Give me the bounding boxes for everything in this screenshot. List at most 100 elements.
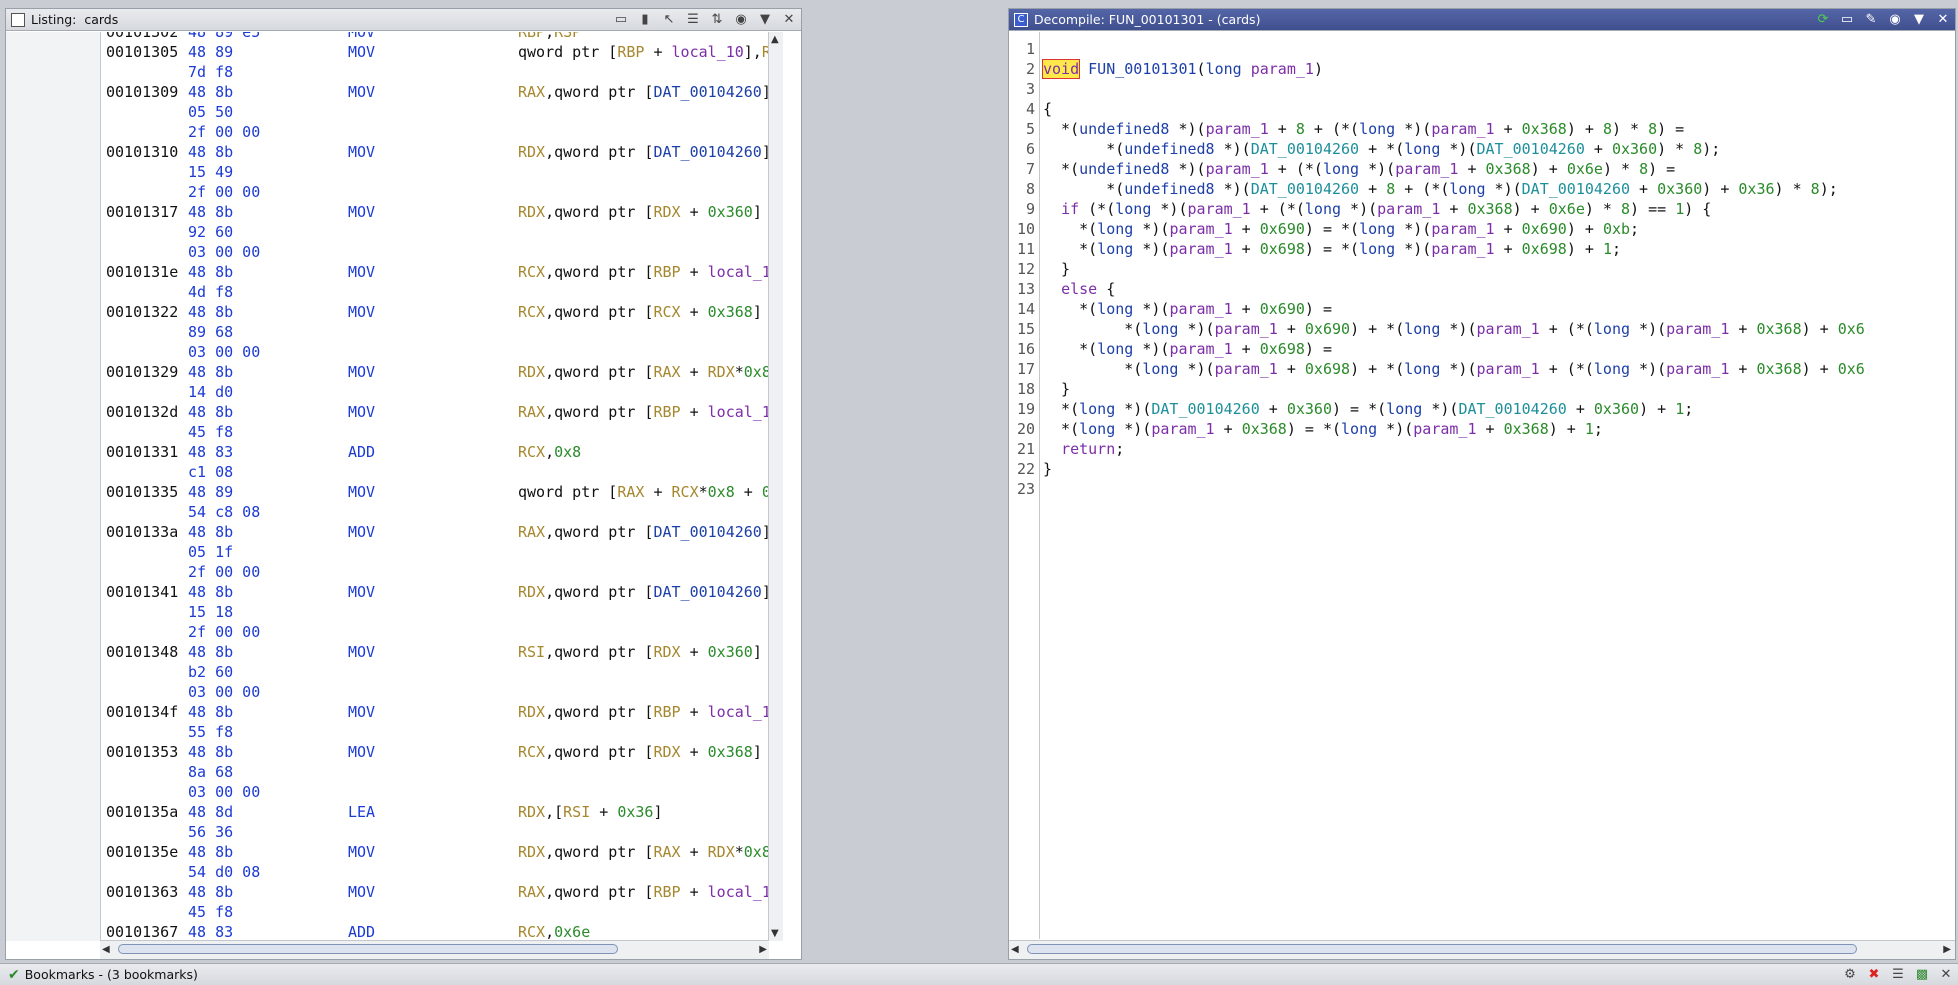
mnemonic[interactable]: LEA xyxy=(348,802,518,822)
listing-code-view[interactable]: 00101302 48 89 e5 MOV RBP,RSP 00101305 48 89 M… xyxy=(106,32,769,939)
listing-row[interactable]: c1 08 xyxy=(106,462,766,482)
listing-row[interactable]: 00101317 48 8b MOV RDX,qword ptr [RDX + 0x3… xyxy=(106,202,766,222)
filter-icon[interactable]: ⚙ xyxy=(1840,966,1860,984)
address[interactable]: 0010135a xyxy=(106,802,188,822)
mnemonic[interactable]: MOV xyxy=(348,882,518,902)
operands[interactable]: RCX,qword ptr [RBP + local_10] xyxy=(518,263,769,281)
address[interactable]: 00101310 xyxy=(106,142,188,162)
listing-row[interactable]: 03 00 00 xyxy=(106,782,766,802)
code-line[interactable]: *(long *)(DAT_00104260 + 0x360) = *(long… xyxy=(1043,399,1693,419)
code-line[interactable]: *(long *)(param_1 + 0x698) = *(long *)(p… xyxy=(1043,239,1621,259)
listing-row[interactable]: 4d f8 xyxy=(106,282,766,302)
mnemonic[interactable]: MOV xyxy=(348,32,518,42)
mnemonic[interactable]: MOV xyxy=(348,482,518,502)
operands[interactable]: RDX,qword ptr [DAT_00104260] xyxy=(518,583,769,601)
address[interactable]: 00101363 xyxy=(106,882,188,902)
code-line[interactable]: { xyxy=(1043,99,1052,119)
address[interactable]: 00101329 xyxy=(106,362,188,382)
listing-horizontal-scrollbar[interactable]: ◀ ▶ xyxy=(100,940,769,959)
listing-row[interactable]: 00101302 48 89 e5 MOV RBP,RSP xyxy=(106,32,766,42)
decompile-horizontal-scrollbar[interactable]: ◀ ▶ xyxy=(1009,940,1955,959)
code-line[interactable]: *(long *)(param_1 + 0x690) = *(long *)(p… xyxy=(1043,219,1639,239)
operands[interactable]: RCX,0x6e xyxy=(518,923,590,939)
operands[interactable]: RAX,qword ptr [DAT_00104260] xyxy=(518,83,769,101)
code-line[interactable]: } xyxy=(1043,459,1052,479)
listing-row[interactable]: 0010131e 48 8b MOV RCX,qword ptr [RBP + loc… xyxy=(106,262,769,282)
operands[interactable]: RAX,qword ptr [DAT_00104260] xyxy=(518,523,769,541)
address[interactable]: 0010133a xyxy=(106,522,188,542)
listing-row[interactable]: 2f 00 00 xyxy=(106,182,766,202)
code-line[interactable]: void FUN_00101301(long param_1) xyxy=(1041,59,1323,79)
listing-row[interactable]: 55 f8 xyxy=(106,722,766,742)
snapshot-icon[interactable]: ◉ xyxy=(1885,11,1905,29)
operands[interactable]: qword ptr [RBP + local_10],RDI xyxy=(518,43,769,61)
listing-row[interactable]: 00101335 48 89 MOV qword ptr [RAX + RCX*0x8… xyxy=(106,482,769,502)
operands[interactable]: RAX,qword ptr [RBP + local_10] xyxy=(518,883,769,901)
scroll-thumb[interactable] xyxy=(1027,944,1857,954)
listing-row[interactable]: 92 60 xyxy=(106,222,766,242)
address[interactable]: 00101335 xyxy=(106,482,188,502)
address[interactable]: 0010134f xyxy=(106,702,188,722)
address[interactable]: 00101348 xyxy=(106,642,188,662)
mnemonic[interactable]: MOV xyxy=(348,202,518,222)
code-line[interactable]: *(long *)(param_1 + 0x698) = xyxy=(1043,339,1332,359)
code-line[interactable]: *(undefined8 *)(DAT_00104260 + 8 + (*(lo… xyxy=(1043,179,1838,199)
menu-icon[interactable]: ▼ xyxy=(1909,11,1929,29)
listing-row[interactable]: 00101322 48 8b MOV RCX,qword ptr [RCX + 0x3… xyxy=(106,302,766,322)
listing-row[interactable]: 54 d0 08 xyxy=(106,862,766,882)
close-icon[interactable]: ✕ xyxy=(779,11,799,29)
listing-scrollbar[interactable]: ▲ ▼ xyxy=(768,32,783,941)
list-icon[interactable]: ☰ xyxy=(1888,966,1908,984)
paste-icon[interactable]: ▮ xyxy=(635,11,655,29)
code-line[interactable]: return; xyxy=(1043,439,1124,459)
listing-row[interactable]: 2f 00 00 xyxy=(106,562,766,582)
address[interactable]: 00101322 xyxy=(106,302,188,322)
operands[interactable]: RDX,qword ptr [RDX + 0x360] xyxy=(518,203,762,221)
listing-row[interactable]: 0010132d 48 8b MOV RAX,qword ptr [RBP + loc… xyxy=(106,402,769,422)
listing-row[interactable]: 7d f8 xyxy=(106,62,766,82)
code-line[interactable]: *(undefined8 *)(param_1 + 8 + (*(long *)… xyxy=(1043,119,1684,139)
mnemonic[interactable]: MOV xyxy=(348,642,518,662)
mnemonic[interactable]: MOV xyxy=(348,262,518,282)
operands[interactable]: RDX,qword ptr [DAT_00104260] xyxy=(518,143,769,161)
listing-row[interactable]: 05 50 xyxy=(106,102,766,122)
mnemonic[interactable]: MOV xyxy=(348,302,518,322)
listing-row[interactable]: 0010135e 48 8b MOV RDX,qword ptr [RAX + RDX… xyxy=(106,842,769,862)
address[interactable]: 00101353 xyxy=(106,742,188,762)
mnemonic[interactable]: MOV xyxy=(348,82,518,102)
scroll-thumb[interactable] xyxy=(118,944,618,954)
listing-row[interactable]: 15 49 xyxy=(106,162,766,182)
edit-icon[interactable]: ✎ xyxy=(1861,11,1881,29)
listing-row[interactable]: 8a 68 xyxy=(106,762,766,782)
address[interactable]: 0010131e xyxy=(106,262,188,282)
listing-row[interactable]: 0010134f 48 8b MOV RDX,qword ptr [RBP + loc… xyxy=(106,702,769,722)
listing-row[interactable]: 00101363 48 8b MOV RAX,qword ptr [RBP + loc… xyxy=(106,882,769,902)
scroll-right-icon[interactable]: ▶ xyxy=(759,944,767,955)
scroll-right-icon[interactable]: ▶ xyxy=(1943,944,1951,955)
listing-row[interactable]: 45 f8 xyxy=(106,902,766,922)
address[interactable]: 00101317 xyxy=(106,202,188,222)
copy-icon[interactable]: ▭ xyxy=(611,11,631,29)
mnemonic[interactable]: MOV xyxy=(348,522,518,542)
mnemonic[interactable]: MOV xyxy=(348,702,518,722)
listing-row[interactable]: 00101353 48 8b MOV RCX,qword ptr [RDX + 0x3… xyxy=(106,742,766,762)
listing-row[interactable]: 00101310 48 8b MOV RDX,qword ptr [DAT_00104… xyxy=(106,142,769,162)
code-line[interactable]: *(long *)(param_1 + 0x690) + *(long *)(p… xyxy=(1043,319,1865,339)
listing-row[interactable]: 00101305 48 89 MOV qword ptr [RBP + local_1… xyxy=(106,42,769,62)
listing-row[interactable]: b2 60 xyxy=(106,662,766,682)
address[interactable]: 0010135e xyxy=(106,842,188,862)
address[interactable]: 0010132d xyxy=(106,402,188,422)
operands[interactable]: RDX,qword ptr [RAX + RDX*0x8] xyxy=(518,363,769,381)
operands[interactable]: RBP,RSP xyxy=(518,32,581,41)
listing-row[interactable]: 00101341 48 8b MOV RDX,qword ptr [DAT_00104… xyxy=(106,582,769,602)
listing-row[interactable]: 00101348 48 8b MOV RSI,qword ptr [RDX + 0x3… xyxy=(106,642,766,662)
listing-row[interactable]: 00101367 48 83 ADD RCX,0x6e xyxy=(106,922,766,939)
navigation-menu-icon[interactable]: ▼ xyxy=(755,11,775,29)
mnemonic[interactable]: MOV xyxy=(348,742,518,762)
field-layout-icon[interactable]: ☰ xyxy=(683,11,703,29)
listing-row[interactable]: 0010133a 48 8b MOV RAX,qword ptr [DAT_00104… xyxy=(106,522,769,542)
listing-row[interactable]: 15 18 xyxy=(106,602,766,622)
snapshot-icon[interactable]: ◉ xyxy=(731,11,751,29)
listing-row[interactable]: 05 1f xyxy=(106,542,766,562)
mnemonic[interactable]: MOV xyxy=(348,582,518,602)
